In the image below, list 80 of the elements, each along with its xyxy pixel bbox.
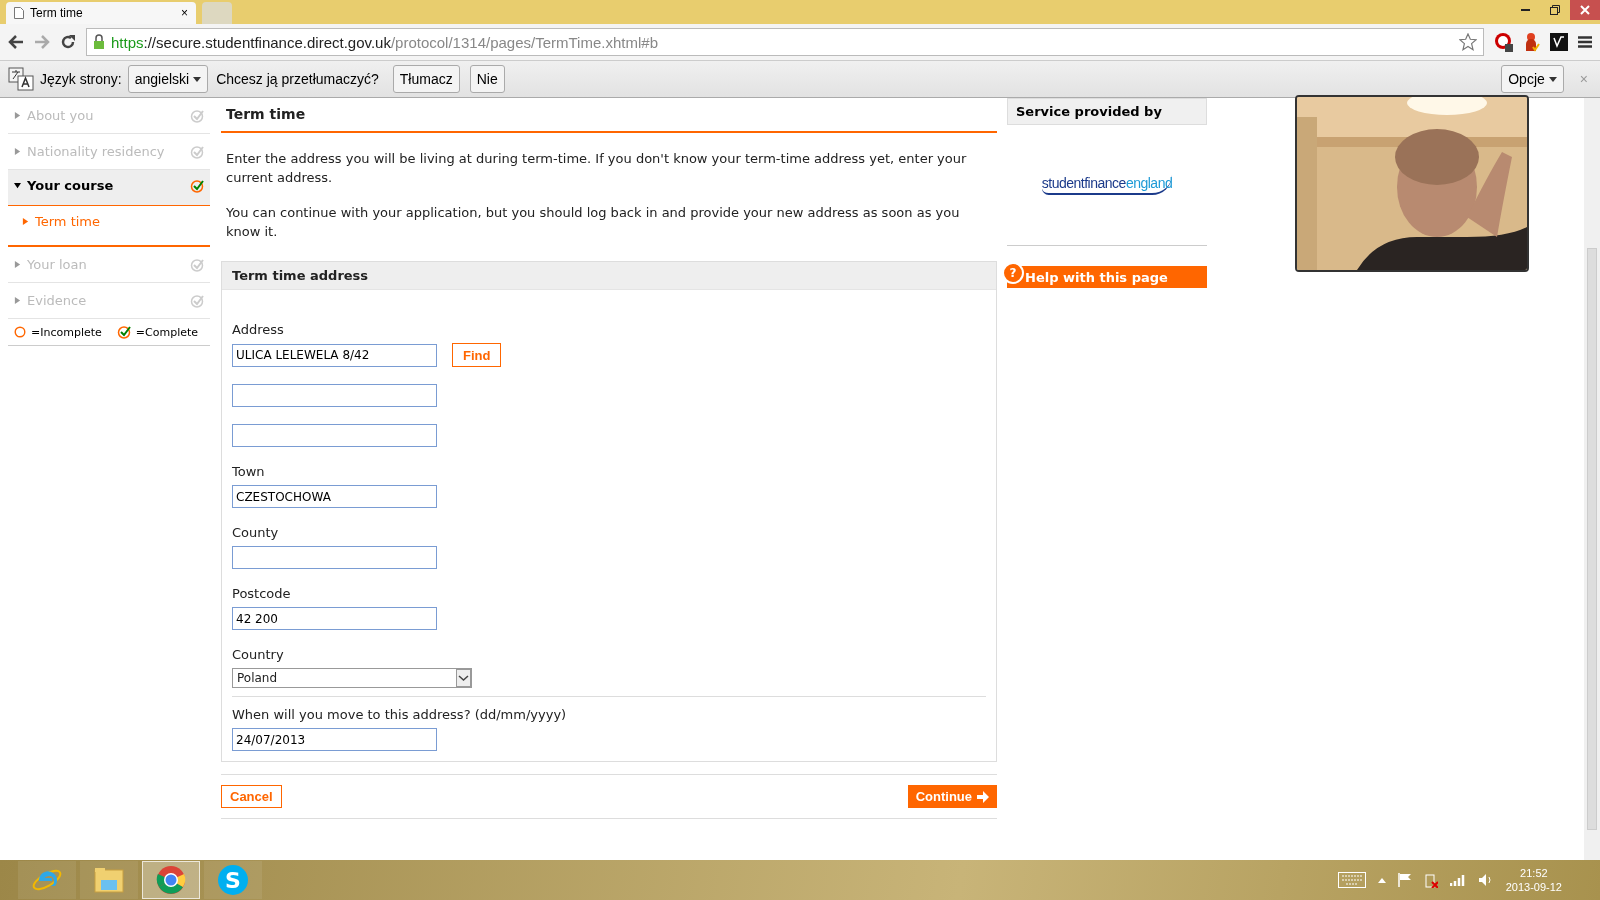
input-field[interactable] xyxy=(232,546,437,569)
power-icon[interactable] xyxy=(1423,872,1438,888)
chrome-icon xyxy=(156,865,186,895)
scrollbar[interactable] xyxy=(1584,98,1600,860)
back-icon[interactable] xyxy=(8,35,24,49)
clock-time: 21:52 xyxy=(1520,867,1548,879)
taskbar-app[interactable] xyxy=(142,861,200,899)
decline-button[interactable]: Nie xyxy=(469,65,505,93)
browser-tab[interactable]: Term time × xyxy=(6,2,196,24)
field-label: Address xyxy=(232,322,285,337)
field-label: Postcode xyxy=(232,586,292,601)
field-label: County xyxy=(232,525,280,540)
reload-icon[interactable] xyxy=(60,34,76,50)
folder-icon xyxy=(93,866,125,894)
country-select[interactable]: Poland xyxy=(232,668,472,688)
incomplete-icon xyxy=(14,326,26,338)
sidebar-item[interactable]: Your course xyxy=(8,170,210,206)
field-label: When will you move to this address? (dd/mm/yyyy) xyxy=(232,707,568,722)
menu-icon[interactable] xyxy=(1578,36,1592,48)
caret-right-icon xyxy=(14,297,21,304)
caret-down-icon xyxy=(193,76,202,82)
skype-icon: S xyxy=(218,865,248,895)
extension-icon[interactable] xyxy=(1550,33,1568,51)
translate-question: Chcesz ją przetłumaczyć? xyxy=(216,71,379,87)
tab-title: Term time xyxy=(30,6,84,20)
arrow-right-icon xyxy=(977,790,989,803)
star-icon[interactable] xyxy=(1459,33,1477,51)
check-icon xyxy=(190,108,204,123)
date-field[interactable]: 24/07/2013 xyxy=(232,728,437,751)
check-icon xyxy=(190,293,204,308)
section-title: Term time address xyxy=(222,262,996,290)
keyboard-icon[interactable] xyxy=(1337,872,1366,888)
check-icon xyxy=(190,178,204,193)
volume-icon[interactable] xyxy=(1477,873,1494,887)
caret-down-icon xyxy=(1548,76,1557,82)
flag-icon[interactable] xyxy=(1397,873,1412,887)
lock-icon xyxy=(93,34,105,50)
caret-right-icon xyxy=(14,261,21,268)
check-icon xyxy=(190,144,204,159)
caret-right-icon xyxy=(14,148,21,155)
input-field[interactable] xyxy=(232,384,437,407)
language-label: Język strony: xyxy=(40,71,122,87)
page-icon xyxy=(14,7,24,19)
help-icon: ? xyxy=(1002,262,1024,284)
check-icon xyxy=(190,257,204,272)
caret-right-icon xyxy=(14,112,21,119)
translate-icon xyxy=(8,67,34,91)
language-dropdown[interactable]: angielski xyxy=(127,65,209,93)
clock-date: 2013-09-12 xyxy=(1505,881,1562,893)
caret-right-icon xyxy=(22,218,29,225)
close-window-button[interactable] xyxy=(1570,0,1600,20)
input-field[interactable]: CZESTOCHOWA xyxy=(232,485,437,508)
options-dropdown[interactable]: Opcje xyxy=(1501,65,1564,93)
close-icon xyxy=(1580,5,1590,15)
aside-title: Service provided by xyxy=(1007,98,1207,125)
legend-text: =Incomplete xyxy=(31,325,102,339)
forward-icon[interactable] xyxy=(34,35,50,49)
signal-icon[interactable] xyxy=(1449,874,1466,886)
close-tab-button[interactable]: × xyxy=(181,6,188,20)
minimize-icon xyxy=(1520,9,1530,11)
legend-text: =Complete xyxy=(135,325,199,339)
taskbar-app[interactable] xyxy=(80,861,138,899)
input-field[interactable]: 42 200 xyxy=(232,607,437,630)
field-label: Town xyxy=(232,464,266,479)
page-title: Term time xyxy=(221,98,997,133)
taskbar-app[interactable] xyxy=(18,861,76,899)
person-icon[interactable] xyxy=(1524,32,1540,52)
input-field[interactable] xyxy=(232,424,437,447)
field-label: Country xyxy=(232,647,285,662)
restore-icon xyxy=(1550,5,1560,15)
url-text: https://secure.studentfinance.direct.gov.uk/protocol/1314/pages/TermTime.xhtml#b xyxy=(111,33,659,51)
intro-paragraph: Enter the address you will be living at during term-time. If you don't know your term-time address yet, enter your current address. xyxy=(226,150,968,187)
address-bar[interactable]: https://secure.studentfinance.direct.gov.uk/protocol/1314/pages/TermTime.xhtml#b xyxy=(86,28,1484,56)
input-field[interactable]: ULICA LELEWELA 8/42 xyxy=(232,343,437,367)
caret-up-icon[interactable] xyxy=(1377,877,1386,883)
logo: studentfinanceengland xyxy=(1041,175,1173,195)
caret-down-icon xyxy=(14,182,21,189)
intro-paragraph: You can continue with your application, but you should log back in and provide your new address as soon as you know it. xyxy=(226,204,961,241)
complete-icon xyxy=(116,325,131,339)
translate-button[interactable]: Tłumacz xyxy=(392,65,460,93)
